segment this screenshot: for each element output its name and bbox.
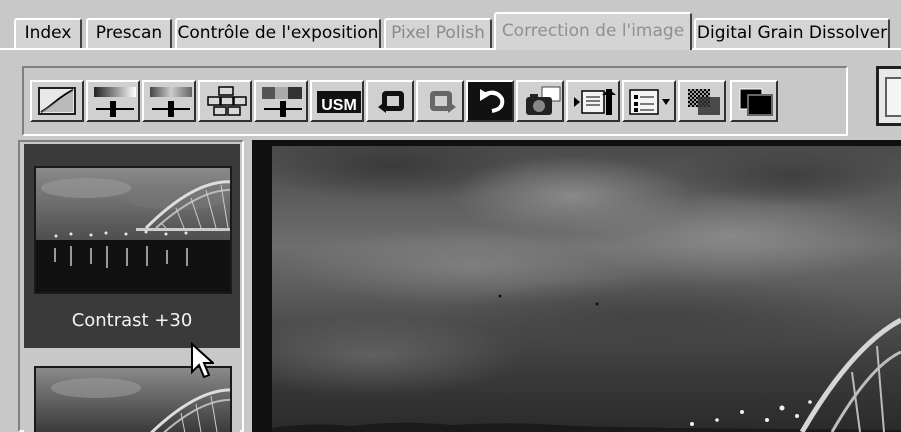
reset-icon: [480, 89, 505, 113]
brightness-contrast-slider-icon: [94, 87, 136, 117]
preview-image: [272, 146, 901, 432]
snapshot-camera-icon: [526, 86, 561, 115]
usm-sharpen-icon: USM: [317, 87, 361, 117]
tab-pixel-polish: Pixel Polish: [384, 18, 492, 48]
variations-button[interactable]: [198, 80, 252, 122]
undo-button[interactable]: [366, 80, 414, 122]
variations-grid-icon: [207, 86, 247, 116]
film-frame: [885, 77, 901, 117]
image-preview-area[interactable]: [252, 140, 901, 432]
hue-saturation-icon: [262, 87, 302, 117]
svg-text:USM: USM: [321, 97, 357, 114]
snapshot-thumbnail-selected[interactable]: Contrast +30: [24, 144, 240, 348]
snapshot-button[interactable]: [516, 80, 564, 122]
before-after-icon: [739, 88, 773, 116]
load-settings-button[interactable]: [566, 80, 620, 122]
tab-digital-grain-dissolver[interactable]: Digital Grain Dissolver: [694, 18, 890, 48]
tab-exposure-control[interactable]: Contrôle de l'exposition: [175, 18, 381, 48]
before-after-button[interactable]: [730, 80, 778, 122]
correction-toolbar: USM: [22, 66, 848, 136]
tab-image-correction[interactable]: Correction de l'image: [494, 12, 692, 50]
hue-saturation-button[interactable]: [254, 80, 308, 122]
load-settings-icon: [574, 89, 616, 115]
snapshot-thumbnail-panel: Contrast +30: [18, 140, 244, 432]
reset-button[interactable]: [466, 80, 514, 122]
tab-baseline: [0, 48, 901, 50]
mouse-pointer-icon: [191, 342, 214, 379]
tab-strip: Index Prescan Contrôle de l'exposition P…: [0, 0, 901, 50]
color-balance-slider-icon: [150, 87, 192, 117]
film-strip-icon[interactable]: [876, 66, 901, 126]
tone-curve-button[interactable]: [30, 80, 84, 122]
tab-index[interactable]: Index: [14, 18, 82, 48]
compare-overlay-icon: [688, 89, 720, 115]
brightness-contrast-button[interactable]: [86, 80, 140, 122]
compare-overlay-button[interactable]: [678, 80, 726, 122]
tab-prescan[interactable]: Prescan: [86, 18, 172, 48]
redo-icon: [430, 91, 456, 113]
job-list-dropdown-button[interactable]: [622, 80, 676, 122]
job-list-dropdown-icon: [629, 89, 670, 115]
tone-curve-icon: [38, 87, 76, 115]
undo-icon: [378, 91, 404, 113]
usm-sharpen-button[interactable]: USM: [310, 80, 364, 122]
thumbnail-caption: Contrast +30: [71, 310, 193, 331]
color-balance-button[interactable]: [142, 80, 196, 122]
thumbnail-image: [34, 166, 232, 294]
redo-button[interactable]: [416, 80, 464, 122]
